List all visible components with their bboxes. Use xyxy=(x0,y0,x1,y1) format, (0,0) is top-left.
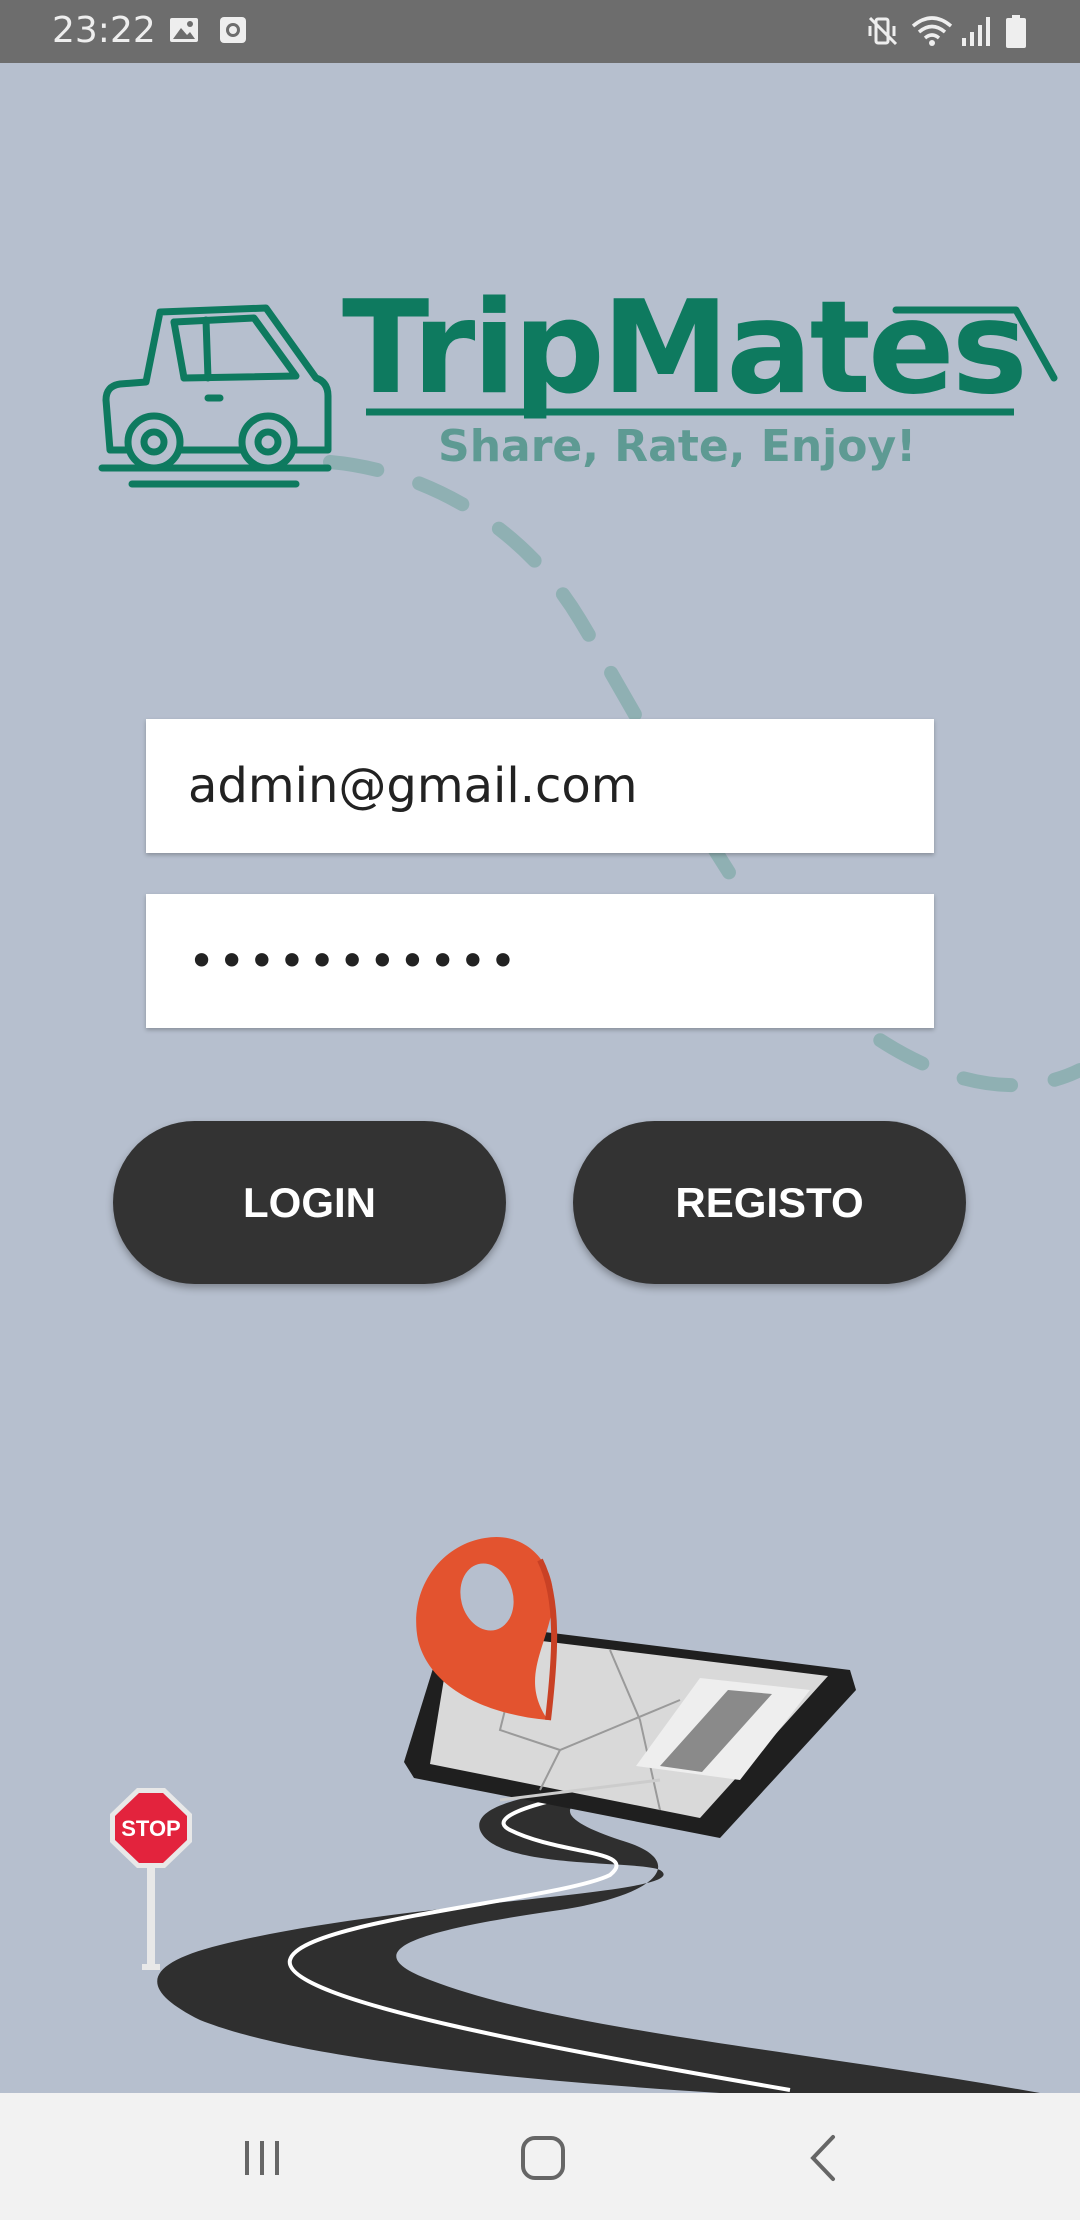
stop-sign-text: STOP xyxy=(121,1816,181,1841)
home-icon[interactable] xyxy=(508,2123,578,2193)
app-logo-title: TripMates xyxy=(342,274,1028,423)
stop-sign: STOP xyxy=(110,1788,192,1970)
recent-apps-icon[interactable] xyxy=(227,2123,297,2193)
road xyxy=(157,1780,1041,2093)
login-button[interactable]: LOGIN xyxy=(113,1121,506,1284)
trip-illustration: STOP xyxy=(110,1536,1041,2093)
back-icon[interactable] xyxy=(789,2123,859,2193)
system-nav-bar xyxy=(0,2093,1080,2220)
email-field[interactable] xyxy=(146,719,934,853)
password-field[interactable] xyxy=(146,894,934,1028)
app-logo-tagline: Share, Rate, Enjoy! xyxy=(438,421,917,472)
register-button[interactable]: REGISTO xyxy=(573,1121,966,1284)
